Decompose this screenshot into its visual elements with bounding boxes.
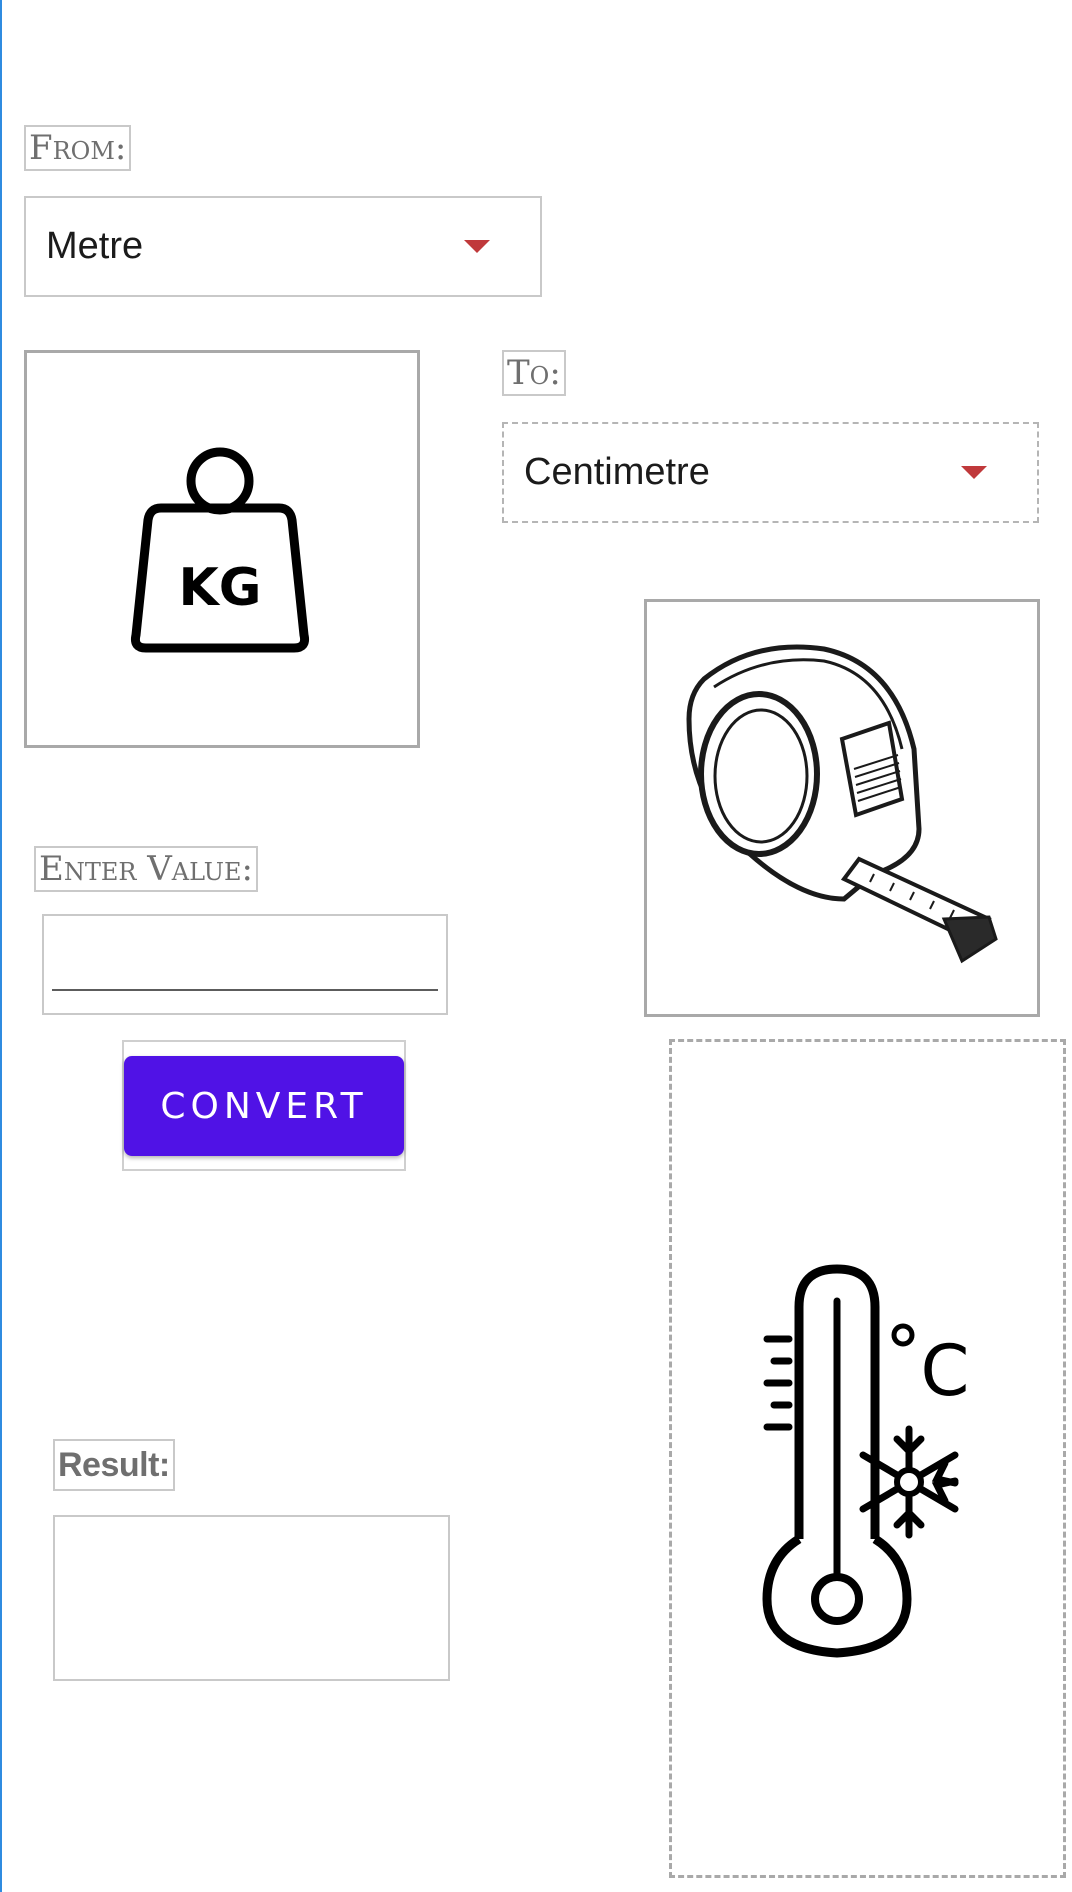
weight-image: KG xyxy=(24,350,420,748)
dropdown-arrow-icon xyxy=(961,466,987,479)
to-unit-select[interactable]: Centimetre xyxy=(502,422,1039,523)
result-label: Result: xyxy=(53,1439,175,1491)
dropdown-arrow-icon xyxy=(464,240,490,253)
from-unit-value: Metre xyxy=(46,225,144,267)
window-edge xyxy=(0,0,2,1892)
tape-measure-icon xyxy=(686,644,998,964)
enter-value-label: Enter Value: xyxy=(34,846,258,892)
value-input-container xyxy=(42,914,448,1015)
value-input[interactable] xyxy=(52,941,438,991)
thermometer-image: C xyxy=(669,1039,1066,1878)
from-label: From: xyxy=(24,125,132,171)
kg-weight-icon: KG xyxy=(131,447,309,653)
to-unit-value: Centimetre xyxy=(524,451,710,493)
from-unit-select[interactable]: Metre xyxy=(24,196,542,297)
kg-label: KG xyxy=(179,558,262,618)
tape-measure-image xyxy=(644,599,1040,1017)
convert-button[interactable]: CONVERT xyxy=(124,1056,404,1156)
thermometer-celsius-icon: C xyxy=(762,1264,970,1658)
result-display xyxy=(53,1515,450,1681)
convert-button-container: CONVERT xyxy=(122,1040,406,1171)
to-label: To: xyxy=(502,350,566,396)
celsius-label: C xyxy=(921,1330,970,1412)
